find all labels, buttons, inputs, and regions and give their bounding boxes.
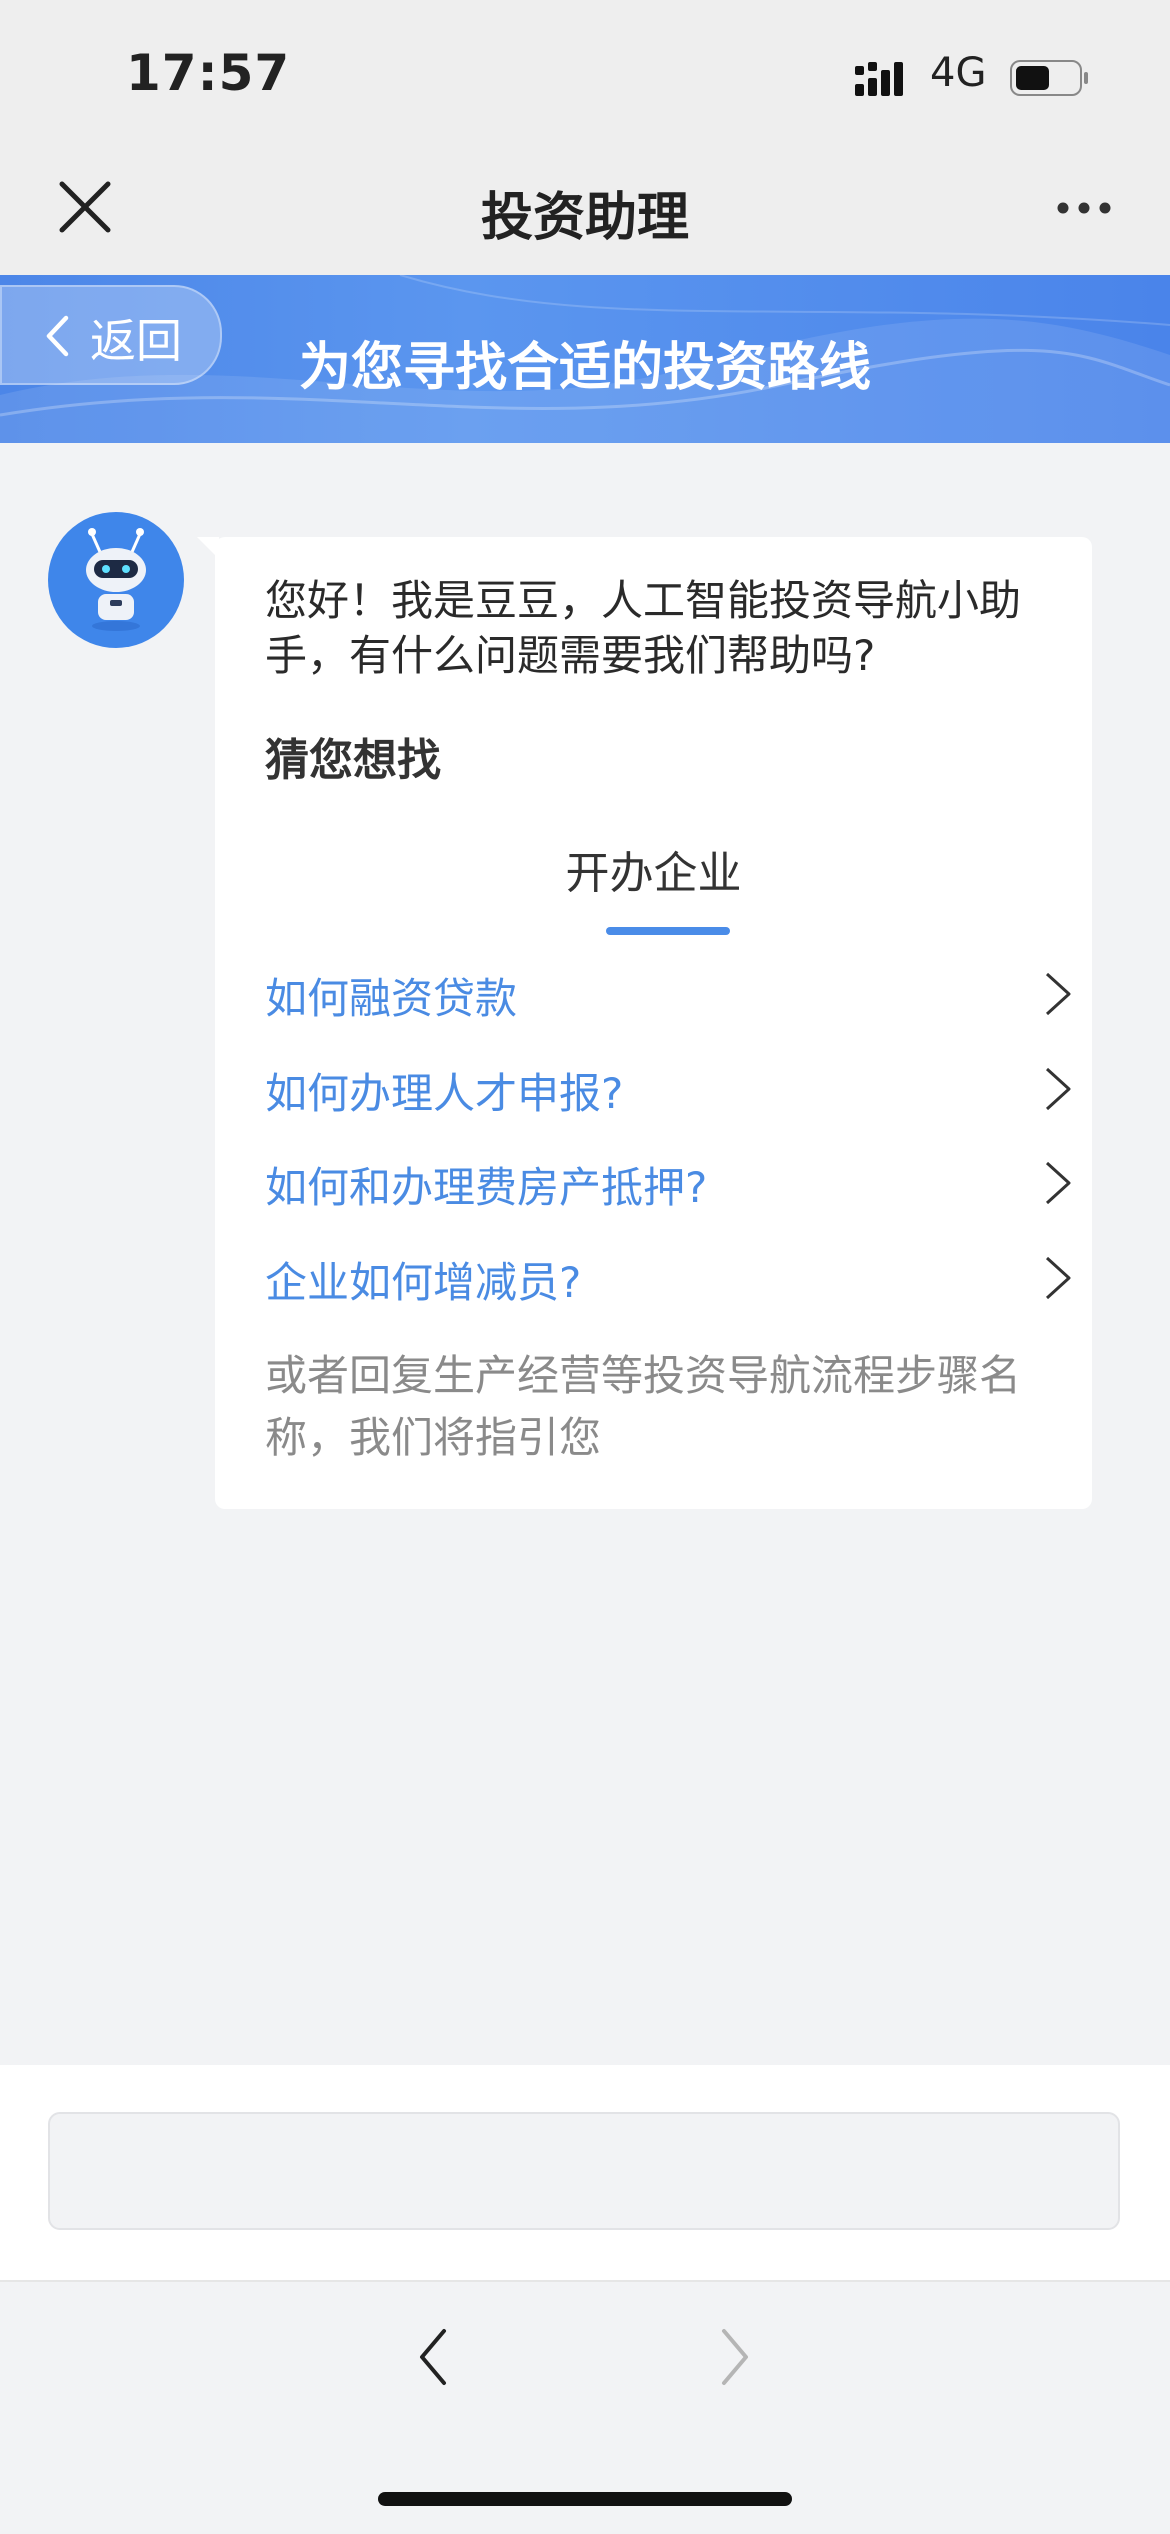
page-title: 投资助理 [480,188,689,248]
status-bar: 17:57 4G [0,0,1170,150]
tab-start-business[interactable]: 开办企业 [215,837,1092,901]
signal-icon [855,62,903,96]
more-dots-icon[interactable] [1055,198,1113,218]
banner: 返回 为您寻找合适的投资路线 [0,275,1170,443]
nav-bar: 投资助理 [0,150,1170,275]
chevron-left-icon[interactable] [418,2327,448,2387]
tab-underline [606,927,730,935]
question-item[interactable]: 企业如何增减员? [265,1249,1071,1319]
home-indicator [378,2492,792,2506]
question-label: 如何融资贷款 [265,974,518,1023]
banner-title: 为您寻找合适的投资路线 [298,338,871,398]
hint-text: 或者回复生产经营等投资导航流程步骤名称，我们将指引您 [265,1351,1022,1462]
chevron-right-icon [1045,1161,1071,1205]
question-label: 如何和办理费房产抵押? [265,1163,708,1212]
chat-bubble: 您好！我是豆豆，人工智能投资导航小助手，有什么问题需要我们帮助吗? 猜您想找 开… [197,537,1092,1509]
question-label: 企业如何增减员? [265,1258,582,1307]
chevron-right-icon [1045,1067,1071,1111]
chevron-right-icon [1045,1256,1071,1300]
message-input[interactable] [48,2112,1120,2230]
status-time: 17:57 [126,44,291,102]
question-label: 如何办理人才申报? [265,1069,624,1118]
chevron-right-icon[interactable] [720,2327,750,2387]
question-item[interactable]: 如何融资贷款 [265,965,1071,1035]
bubble-tail [197,537,219,559]
robot-icon [86,528,146,631]
input-area [0,2065,1170,2280]
greeting-message: 您好！我是豆豆，人工智能投资导航小助手，有什么问题需要我们帮助吗? [265,576,1022,680]
question-item[interactable]: 如何和办理费房产抵押? [265,1154,1071,1224]
robot-avatar [48,512,184,648]
suggestions-title: 猜您想找 [265,735,441,786]
battery-icon [1010,60,1088,96]
network-type: 4G [930,50,987,96]
question-item[interactable]: 如何办理人才申报? [265,1060,1071,1130]
chevron-right-icon [1045,972,1071,1016]
